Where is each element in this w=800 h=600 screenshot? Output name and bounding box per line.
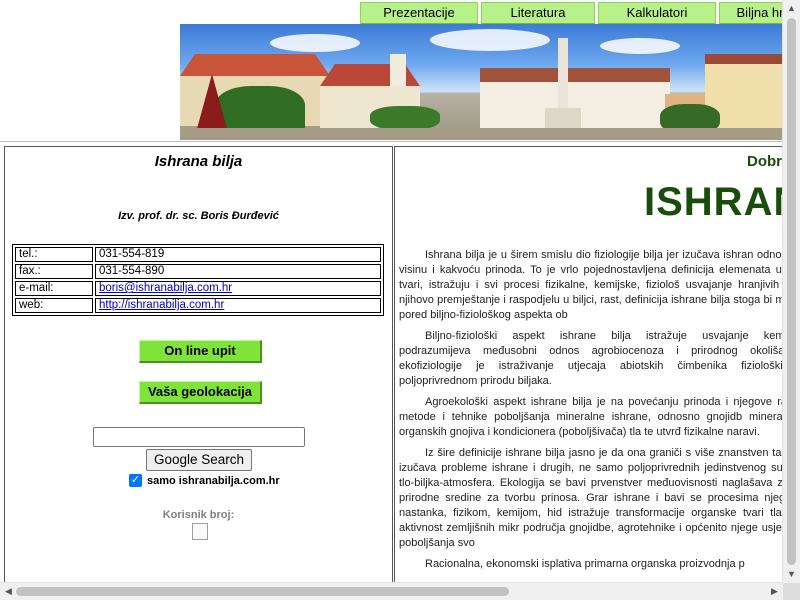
contact-label: web:: [15, 298, 93, 313]
site-only-label: samo ishranabilja.com.hr: [147, 475, 280, 487]
greeting-text: Dobr: [747, 153, 782, 170]
banner-image: [180, 24, 784, 140]
top-nav: Prezentacije Literatura Kalkulatori Biljna …: [360, 2, 800, 24]
divider: [0, 141, 784, 142]
vertical-scroll-thumb[interactable]: [787, 18, 796, 565]
scroll-right-icon[interactable]: ▶: [766, 583, 783, 600]
scroll-up-icon[interactable]: ▲: [783, 0, 800, 17]
tab-literatura[interactable]: Literatura: [481, 2, 595, 24]
contact-row-fax: fax.: 031-554-890: [15, 264, 381, 279]
visitor-counter-label: Korisnik broj:: [162, 509, 235, 521]
contact-value: 031-554-819: [95, 247, 381, 262]
horizontal-scrollbar[interactable]: ◀ ▶: [0, 582, 783, 600]
article-body: Ishrana bilja je u širem smislu dio fizi…: [399, 248, 785, 578]
paragraph: Ishrana bilja je u širem smislu dio fizi…: [399, 249, 785, 321]
site-only-checkbox[interactable]: ✓: [129, 474, 142, 487]
vertical-scrollbar[interactable]: ▲ ▼: [782, 0, 800, 583]
paragraph: Agroekološki aspekt ishrane bilja je na …: [399, 396, 785, 438]
geolocation-button[interactable]: Vaša geolokacija: [139, 381, 262, 404]
contact-table: tel.: 031-554-819 fax.: 031-554-890 e-ma…: [12, 244, 384, 316]
contact-row-tel: tel.: 031-554-819: [15, 247, 381, 262]
sidebar: Ishrana bilja Izv. prof. dr. sc. Boris Đ…: [4, 146, 393, 587]
contact-label: e-mail:: [15, 281, 93, 296]
tab-kalkulatori[interactable]: Kalkulatori: [598, 2, 716, 24]
page-title: ISHRAN: [644, 180, 785, 224]
contact-value: 031-554-890: [95, 264, 381, 279]
author-name: Izv. prof. dr. sc. Boris Đurđević: [118, 210, 279, 222]
google-search-button[interactable]: Google Search: [146, 449, 252, 471]
contact-label: fax.:: [15, 264, 93, 279]
scroll-left-icon[interactable]: ◀: [0, 583, 17, 600]
paragraph: Iz šire definicije ishrane bilja jasno j…: [399, 447, 785, 549]
search-input[interactable]: [93, 427, 305, 447]
scroll-corner: [783, 583, 800, 600]
online-inquiry-button[interactable]: On line upit: [139, 340, 262, 363]
contact-row-web: web: http://ishranabilja.com.hr: [15, 298, 381, 313]
web-link[interactable]: http://ishranabilja.com.hr: [99, 299, 224, 311]
paragraph: Biljno-fiziološki aspekt ishrane bilja i…: [399, 330, 785, 387]
contact-label: tel.:: [15, 247, 93, 262]
main-content: Dobr ISHRAN Ishrana bilja je u širem smi…: [394, 146, 785, 587]
tab-prezentacije[interactable]: Prezentacije: [360, 2, 478, 24]
paragraph: Racionalna, ekonomski isplativa primarna…: [425, 558, 745, 570]
scroll-down-icon[interactable]: ▼: [783, 566, 800, 583]
sidebar-title: Ishrana bilja: [154, 153, 243, 170]
broken-image-icon: [192, 523, 208, 540]
horizontal-scroll-thumb[interactable]: [16, 587, 509, 596]
contact-row-email: e-mail: boris@ishranabilja.com.hr: [15, 281, 381, 296]
email-link[interactable]: boris@ishranabilja.com.hr: [99, 282, 232, 294]
